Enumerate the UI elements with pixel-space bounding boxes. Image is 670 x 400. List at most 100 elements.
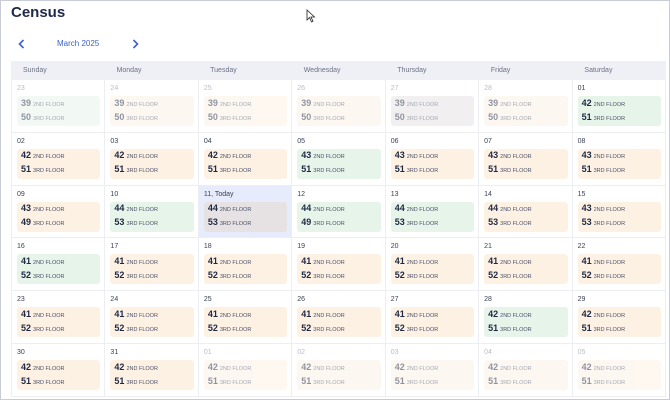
calendar-day[interactable]: 24 39 2ND FLOOR 50 3RD FLOOR	[105, 80, 199, 133]
calendar-day[interactable]: 30 42 2ND FLOOR 51 3RD FLOOR	[12, 344, 106, 397]
census-card[interactable]: 43 2ND FLOOR 51 3RD FLOOR	[390, 148, 475, 179]
census-card[interactable]: 41 2ND FLOOR 52 3RD FLOOR	[297, 254, 381, 285]
census-card[interactable]: 42 2ND FLOOR 51 3RD FLOOR	[17, 148, 101, 179]
census-card[interactable]: 44 2ND FLOOR 53 3RD FLOOR	[484, 201, 568, 232]
day-number: 24	[110, 296, 119, 304]
census-card[interactable]: 41 2ND FLOOR 52 3RD FLOOR	[390, 307, 475, 338]
calendar-day[interactable]: 05 43 2ND FLOOR 51 3RD FLOOR	[292, 132, 386, 186]
calendar-day[interactable]: 25 41 2ND FLOOR 52 3RD FLOOR	[198, 291, 293, 345]
calendar-day[interactable]: 04 42 2ND FLOOR 51 3RD FLOOR	[198, 132, 293, 186]
census-card[interactable]: 43 2ND FLOOR 53 3RD FLOOR	[577, 201, 661, 232]
census-card[interactable]: 41 2ND FLOOR 52 3RD FLOOR	[203, 254, 288, 285]
census-card[interactable]: 43 2ND FLOOR 51 3RD FLOOR	[484, 148, 568, 179]
census-card[interactable]: 42 2ND FLOOR 51 3RD FLOOR	[390, 360, 475, 391]
calendar-day[interactable]: 01 42 2ND FLOOR 51 3RD FLOOR	[572, 80, 666, 133]
calendar-day[interactable]: 23 39 2ND FLOOR 50 3RD FLOOR	[12, 80, 106, 133]
census-card[interactable]: 44 2ND FLOOR 53 3RD FLOOR	[390, 201, 475, 232]
calendar-day[interactable]: 06 43 2ND FLOOR 51 3RD FLOOR	[385, 132, 480, 186]
calendar-day[interactable]: 26 41 2ND FLOOR 52 3RD FLOOR	[292, 291, 386, 345]
census-card[interactable]: 42 2ND FLOOR 51 3RD FLOOR	[484, 360, 568, 391]
calendar-day[interactable]: 21 41 2ND FLOOR 52 3RD FLOOR	[479, 238, 573, 292]
calendar-day[interactable]: 07 43 2ND FLOOR 51 3RD FLOOR	[479, 132, 573, 186]
calendar-day[interactable]: 16 41 2ND FLOOR 52 3RD FLOOR	[12, 238, 106, 292]
census-card[interactable]: 42 2ND FLOOR 51 3RD FLOOR	[484, 307, 568, 338]
calendar-day-today[interactable]: 11, Today 44 2ND FLOOR 53 3RD FLOOR	[198, 185, 293, 239]
calendar-day[interactable]: 15 43 2ND FLOOR 53 3RD FLOOR	[572, 185, 666, 239]
third-floor-row: 49 3RD FLOOR	[21, 217, 96, 230]
census-card[interactable]: 43 2ND FLOOR 51 3RD FLOOR	[577, 148, 661, 179]
census-card[interactable]: 42 2ND FLOOR 51 3RD FLOOR	[577, 307, 661, 338]
census-card[interactable]: 42 2ND FLOOR 51 3RD FLOOR	[110, 360, 194, 391]
census-card[interactable]: 41 2ND FLOOR 52 3RD FLOOR	[17, 307, 101, 338]
second-floor-count: 44	[114, 203, 125, 214]
prev-month-button[interactable]	[15, 37, 27, 51]
census-card[interactable]: 42 2ND FLOOR 51 3RD FLOOR	[577, 96, 661, 126]
weekday-label: Monday	[116, 67, 142, 74]
census-card[interactable]: 43 2ND FLOOR 51 3RD FLOOR	[297, 148, 381, 179]
calendar-day[interactable]: 13 44 2ND FLOOR 53 3RD FLOOR	[385, 185, 480, 239]
calendar-day[interactable]: 28 39 2ND FLOOR 50 3RD FLOOR	[479, 80, 573, 133]
census-card[interactable]: 44 2ND FLOOR 49 3RD FLOOR	[297, 201, 381, 232]
calendar-day[interactable]: 14 44 2ND FLOOR 53 3RD FLOOR	[479, 185, 573, 239]
census-card[interactable]: 39 2ND FLOOR 50 3RD FLOOR	[297, 96, 381, 126]
floor-label: 3RD FLOOR	[126, 326, 158, 333]
calendar-day[interactable]: 31 42 2ND FLOOR 51 3RD FLOOR	[105, 344, 199, 397]
calendar-day[interactable]: 02 42 2ND FLOOR 51 3RD FLOOR	[12, 132, 106, 186]
census-card[interactable]: 39 2ND FLOOR 50 3RD FLOOR	[390, 96, 475, 126]
census-card[interactable]: 42 2ND FLOOR 51 3RD FLOOR	[110, 148, 194, 179]
third-floor-row: 51 3RD FLOOR	[395, 164, 470, 177]
third-floor-row: 52 3RD FLOOR	[395, 270, 470, 283]
census-card[interactable]: 44 2ND FLOOR 53 3RD FLOOR	[110, 201, 194, 232]
census-card[interactable]: 39 2ND FLOOR 50 3RD FLOOR	[203, 96, 288, 126]
calendar-day[interactable]: 08 43 2ND FLOOR 51 3RD FLOOR	[572, 132, 666, 186]
census-card[interactable]: 41 2ND FLOOR 52 3RD FLOOR	[577, 254, 661, 285]
census-card[interactable]: 42 2ND FLOOR 51 3RD FLOOR	[17, 360, 101, 391]
calendar-day[interactable]: 23 41 2ND FLOOR 52 3RD FLOOR	[12, 291, 106, 345]
census-card[interactable]: 42 2ND FLOOR 51 3RD FLOOR	[297, 360, 381, 391]
calendar-day[interactable]: 19 41 2ND FLOOR 52 3RD FLOOR	[292, 238, 386, 292]
census-card[interactable]: 41 2ND FLOOR 52 3RD FLOOR	[203, 307, 288, 338]
floor-label: 3RD FLOOR	[313, 379, 345, 386]
census-card[interactable]: 42 2ND FLOOR 51 3RD FLOOR	[203, 148, 288, 179]
calendar-day[interactable]: 22 41 2ND FLOOR 52 3RD FLOOR	[572, 238, 666, 292]
calendar-day[interactable]: 02 42 2ND FLOOR 51 3RD FLOOR	[292, 344, 386, 397]
calendar-day[interactable]: 17 41 2ND FLOOR 52 3RD FLOOR	[105, 238, 199, 292]
calendar-day[interactable]: 10 44 2ND FLOOR 53 3RD FLOOR	[105, 185, 199, 239]
next-month-button[interactable]	[129, 37, 141, 51]
calendar-day[interactable]: 25 39 2ND FLOOR 50 3RD FLOOR	[198, 80, 293, 133]
second-floor-count: 41	[21, 308, 32, 319]
calendar-day[interactable]: 26 39 2ND FLOOR 50 3RD FLOOR	[292, 80, 386, 133]
calendar-day[interactable]: 27 39 2ND FLOOR 50 3RD FLOOR	[385, 80, 480, 133]
calendar-day[interactable]: 24 41 2ND FLOOR 52 3RD FLOOR	[105, 291, 199, 345]
calendar-day[interactable]: 05 42 2ND FLOOR 51 3RD FLOOR	[572, 344, 666, 397]
day-number: 14	[484, 190, 492, 198]
census-card[interactable]: 41 2ND FLOOR 52 3RD FLOOR	[110, 307, 194, 338]
third-floor-row: 53 3RD FLOOR	[208, 217, 283, 230]
calendar-day[interactable]: 01 42 2ND FLOOR 51 3RD FLOOR	[198, 344, 293, 397]
census-card[interactable]: 41 2ND FLOOR 52 3RD FLOOR	[484, 254, 568, 285]
census-card[interactable]: 41 2ND FLOOR 52 3RD FLOOR	[297, 307, 381, 338]
census-card[interactable]: 43 2ND FLOOR 49 3RD FLOOR	[17, 201, 101, 232]
census-card[interactable]: 44 2ND FLOOR 53 3RD FLOOR	[203, 201, 288, 232]
third-floor-count: 51	[394, 164, 405, 175]
calendar-day[interactable]: 04 42 2ND FLOOR 51 3RD FLOOR	[479, 344, 573, 397]
second-floor-row: 42 2ND FLOOR	[208, 362, 283, 375]
census-card[interactable]: 41 2ND FLOOR 52 3RD FLOOR	[390, 254, 475, 285]
census-card[interactable]: 41 2ND FLOOR 52 3RD FLOOR	[17, 254, 101, 285]
calendar-day[interactable]: 18 41 2ND FLOOR 52 3RD FLOOR	[198, 238, 293, 292]
calendar-day[interactable]: 20 41 2ND FLOOR 52 3RD FLOOR	[385, 238, 480, 292]
calendar-day[interactable]: 28 42 2ND FLOOR 51 3RD FLOOR	[479, 291, 573, 345]
calendar-day[interactable]: 27 41 2ND FLOOR 52 3RD FLOOR	[385, 291, 480, 345]
calendar-day[interactable]: 09 43 2ND FLOOR 49 3RD FLOOR	[12, 185, 106, 239]
calendar-day[interactable]: 03 42 2ND FLOOR 51 3RD FLOOR	[105, 132, 199, 186]
census-card[interactable]: 39 2ND FLOOR 50 3RD FLOOR	[17, 96, 101, 126]
census-card[interactable]: 39 2ND FLOOR 50 3RD FLOOR	[484, 96, 568, 126]
calendar-day[interactable]: 12 44 2ND FLOOR 49 3RD FLOOR	[292, 185, 386, 239]
calendar-day[interactable]: 03 42 2ND FLOOR 51 3RD FLOOR	[385, 344, 480, 397]
census-card[interactable]: 39 2ND FLOOR 50 3RD FLOOR	[110, 96, 194, 126]
census-card[interactable]: 41 2ND FLOOR 52 3RD FLOOR	[110, 254, 194, 285]
census-card[interactable]: 42 2ND FLOOR 51 3RD FLOOR	[577, 360, 661, 391]
calendar-day[interactable]: 29 42 2ND FLOOR 51 3RD FLOOR	[572, 291, 666, 345]
third-floor-row: 49 3RD FLOOR	[301, 217, 376, 230]
census-card[interactable]: 42 2ND FLOOR 51 3RD FLOOR	[203, 360, 288, 391]
